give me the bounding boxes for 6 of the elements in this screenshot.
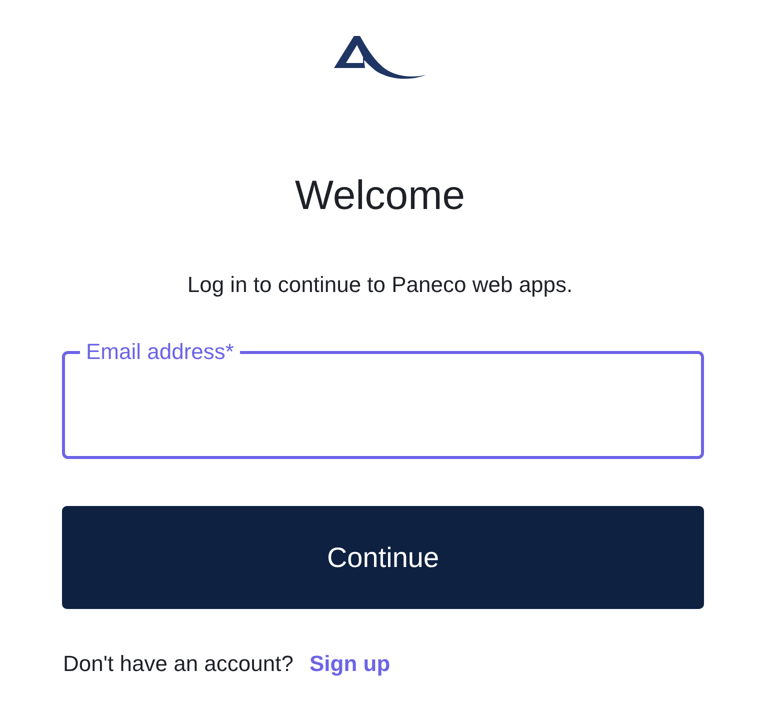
- signup-prompt-text: Don't have an account?: [63, 651, 294, 677]
- welcome-heading: Welcome: [294, 171, 466, 219]
- subtitle-text: Log in to continue to Paneco web apps.: [186, 272, 574, 298]
- sign-up-link[interactable]: Sign up: [309, 651, 390, 677]
- continue-button[interactable]: Continue: [62, 506, 704, 609]
- logo-icon: [334, 35, 426, 80]
